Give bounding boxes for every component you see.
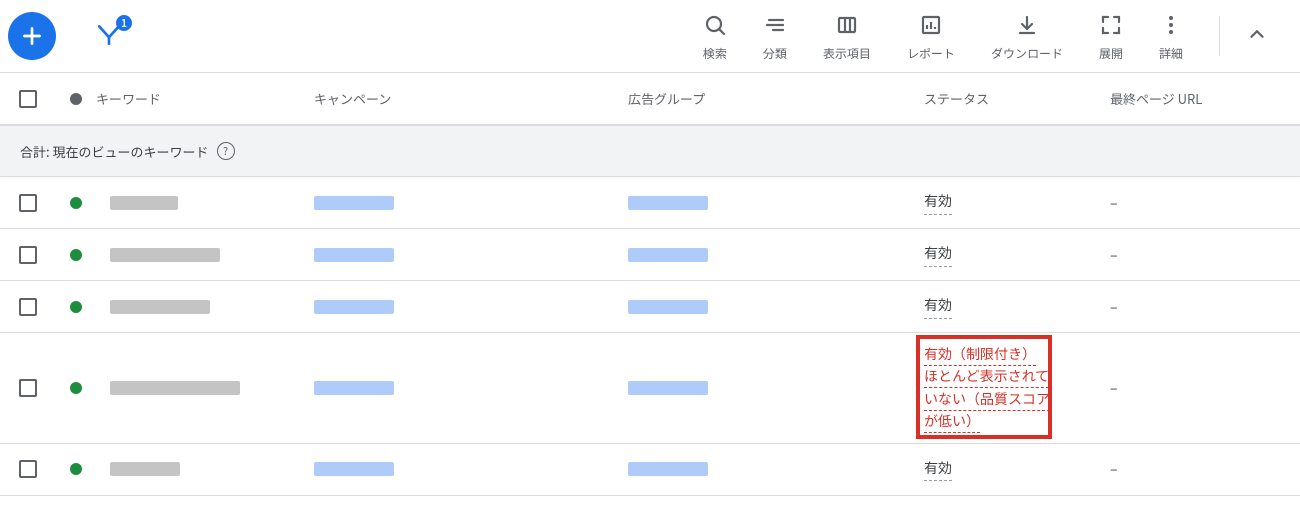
adgroup-cell[interactable] — [628, 248, 708, 262]
url-cell: – — [1096, 235, 1300, 275]
status-text[interactable]: 有効 — [924, 294, 952, 318]
search-icon — [703, 13, 727, 37]
toolbar-label: レポート — [907, 45, 955, 62]
segment-icon — [763, 13, 787, 37]
header-adgroup[interactable]: 広告グループ — [614, 79, 910, 118]
header-url[interactable]: 最終ページ URL — [1096, 79, 1300, 118]
url-cell: – — [1096, 449, 1300, 489]
keyword-cell — [110, 196, 178, 210]
collapse-panel-button[interactable] — [1238, 15, 1276, 58]
status-text[interactable]: 有効 — [924, 242, 952, 266]
campaign-cell[interactable] — [314, 462, 394, 476]
keyword-cell — [110, 248, 220, 262]
status-dot — [70, 382, 82, 394]
toolbar-more[interactable]: 詳細 — [1141, 11, 1201, 62]
campaign-cell[interactable] — [314, 196, 394, 210]
row-checkbox[interactable] — [19, 246, 37, 264]
header-campaign[interactable]: キャンペーン — [300, 79, 614, 118]
table-row: 有効（制限付き） ほとんど表示されて いない（品質スコア が低い） – — [0, 333, 1300, 444]
toolbar-label: 分類 — [763, 45, 787, 62]
columns-icon — [835, 13, 859, 37]
toolbar-label: 検索 — [703, 45, 727, 62]
status-text[interactable]: いない（品質スコア — [924, 389, 1050, 411]
report-icon — [919, 13, 943, 37]
status-text[interactable]: ほとんど表示されて — [924, 366, 1049, 388]
summary-label: 合計: 現在のビューのキーワード — [20, 142, 209, 161]
row-checkbox[interactable] — [19, 460, 37, 478]
campaign-cell[interactable] — [314, 381, 394, 395]
status-text[interactable]: 有効（制限付き） — [924, 344, 1036, 366]
campaign-cell[interactable] — [314, 248, 394, 262]
status-text[interactable]: が低い） — [924, 411, 980, 433]
toolbar-label: 表示項目 — [823, 45, 871, 62]
toolbar-label: 展開 — [1099, 45, 1123, 62]
toolbar-segment[interactable]: 分類 — [745, 11, 805, 62]
adgroup-cell[interactable] — [628, 462, 708, 476]
row-checkbox[interactable] — [19, 194, 37, 212]
add-button[interactable] — [8, 12, 56, 60]
chevron-up-icon — [1246, 23, 1268, 45]
adgroup-cell[interactable] — [628, 300, 708, 314]
summary-row: 合計: 現在のビューのキーワード ? — [0, 125, 1300, 177]
header-status[interactable]: ステータス — [910, 79, 1096, 118]
table-row: 有効 – — [0, 229, 1300, 281]
toolbar-columns[interactable]: 表示項目 — [805, 11, 889, 62]
more-vert-icon — [1159, 13, 1183, 37]
keywords-table: キーワード キャンペーン 広告グループ ステータス 最終ページ URL 合計: … — [0, 72, 1300, 496]
toolbar-divider — [1219, 16, 1220, 56]
row-checkbox[interactable] — [19, 298, 37, 316]
status-dot — [70, 301, 82, 313]
campaign-cell[interactable] — [314, 300, 394, 314]
status-highlight-box: 有効（制限付き） ほとんど表示されて いない（品質スコア が低い） — [924, 343, 1050, 433]
toolbar-download[interactable]: ダウンロード — [973, 11, 1081, 62]
keyword-cell — [110, 300, 210, 314]
expand-icon — [1099, 13, 1123, 37]
download-icon — [1015, 13, 1039, 37]
table-row: 有効 – — [0, 281, 1300, 333]
adgroup-cell[interactable] — [628, 381, 708, 395]
toolbar-search[interactable]: 検索 — [685, 11, 745, 62]
help-icon[interactable]: ? — [217, 142, 235, 160]
toolbar-expand[interactable]: 展開 — [1081, 11, 1141, 62]
toolbar-label: 詳細 — [1159, 45, 1183, 62]
table-row: 有効 – — [0, 444, 1300, 496]
plus-icon — [19, 23, 45, 49]
row-checkbox[interactable] — [19, 379, 37, 397]
url-cell: – — [1096, 368, 1300, 408]
status-text[interactable]: 有効 — [924, 190, 952, 214]
toolbar-reports[interactable]: レポート — [889, 11, 973, 62]
keyword-cell — [110, 462, 180, 476]
status-dot — [70, 463, 82, 475]
status-dot-header — [70, 93, 82, 105]
url-cell: – — [1096, 183, 1300, 223]
status-dot — [70, 197, 82, 209]
url-cell: – — [1096, 287, 1300, 327]
header-keyword[interactable]: キーワード — [96, 79, 300, 118]
status-dot — [70, 249, 82, 261]
filter-button[interactable]: 1 — [96, 21, 122, 52]
select-all-checkbox[interactable] — [19, 90, 37, 108]
keyword-cell — [110, 381, 240, 395]
adgroup-cell[interactable] — [628, 196, 708, 210]
table-row: 有効 – — [0, 177, 1300, 229]
filter-count-badge: 1 — [116, 15, 132, 31]
toolbar-label: ダウンロード — [991, 45, 1063, 62]
table-header: キーワード キャンペーン 広告グループ ステータス 最終ページ URL — [0, 73, 1300, 125]
status-text[interactable]: 有効 — [924, 457, 952, 481]
